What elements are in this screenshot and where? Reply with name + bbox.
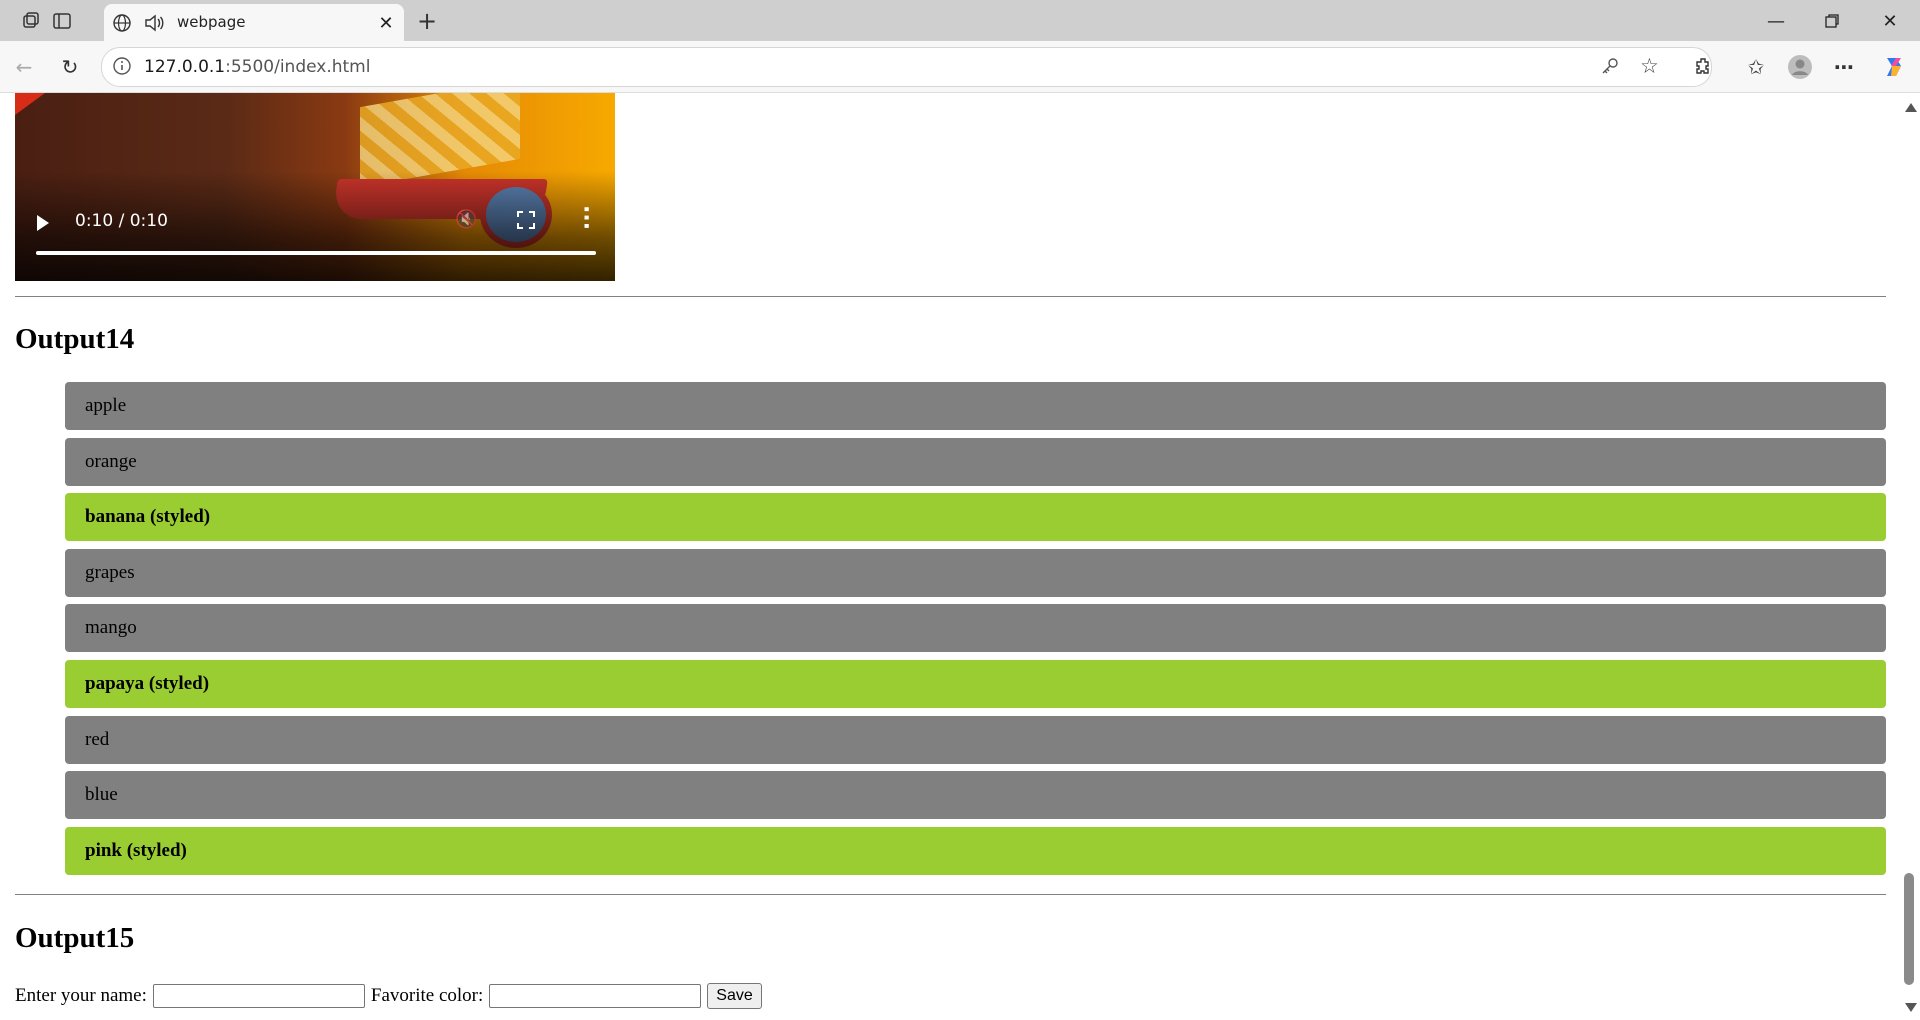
fullscreen-icon[interactable]	[517, 211, 535, 229]
list-item: mango	[65, 604, 1886, 653]
name-color-form: Enter your name: Favorite color: Save	[15, 981, 762, 1011]
video-player[interactable]: 0:10 / 0:10 🔇 ···	[15, 93, 615, 281]
profile-avatar-icon[interactable]	[1784, 51, 1816, 83]
new-tab-icon[interactable]: +	[414, 7, 440, 35]
video-progress-fill	[36, 251, 596, 255]
list-item: orange	[65, 437, 1886, 486]
workspaces-icon[interactable]	[18, 8, 44, 34]
name-label: Enter your name:	[15, 985, 147, 1006]
back-icon[interactable]: ←	[8, 51, 40, 83]
address-bar[interactable]: 127.0.0.1:5500/index.html ☆	[101, 47, 1712, 87]
list-item: red	[65, 715, 1886, 764]
vertical-tabs-icon[interactable]	[49, 8, 75, 34]
url-host: 127.0.0.1	[144, 57, 226, 77]
url-text[interactable]: 127.0.0.1:5500/index.html	[144, 57, 370, 77]
play-icon[interactable]	[37, 215, 49, 231]
list-item: blue	[65, 771, 1886, 820]
list-item: banana (styled)	[65, 493, 1886, 542]
more-options-icon[interactable]: ···	[573, 205, 598, 230]
close-window-icon[interactable]: ✕	[1870, 6, 1910, 36]
tab-title: webpage	[177, 13, 246, 31]
save-button[interactable]: Save	[707, 983, 762, 1009]
scroll-up-icon[interactable]	[1905, 103, 1917, 112]
output15-heading: Output15	[15, 922, 135, 954]
globe-icon	[110, 11, 134, 35]
divider	[15, 296, 1886, 297]
copilot-icon[interactable]	[1878, 51, 1910, 83]
favorites-icon[interactable]: ✩	[1740, 51, 1772, 83]
page-scrollbar[interactable]	[1900, 93, 1920, 1020]
restore-icon[interactable]	[1812, 6, 1852, 36]
list-item: apple	[65, 382, 1886, 430]
refresh-icon[interactable]: ↻	[54, 51, 86, 83]
scrollbar-thumb[interactable]	[1904, 873, 1914, 985]
mute-icon[interactable]: 🔇	[455, 209, 477, 230]
close-tab-icon[interactable]: ✕	[374, 11, 398, 35]
list-item: papaya (styled)	[65, 659, 1886, 708]
divider	[15, 894, 1886, 895]
extensions-icon[interactable]	[1688, 51, 1720, 83]
output14-heading: Output14	[15, 323, 135, 355]
fruit-list: apple orange banana (styled) grapes mango pap…	[65, 382, 1886, 882]
browser-titlebar: webpage ✕ + — ✕	[0, 0, 1920, 41]
list-item: grapes	[65, 548, 1886, 597]
scroll-down-icon[interactable]	[1905, 1003, 1917, 1012]
name-input[interactable]	[152, 984, 365, 1008]
browser-tab[interactable]: webpage ✕	[104, 4, 404, 41]
video-frame-art	[15, 93, 45, 115]
page-content: 0:10 / 0:10 🔇 ··· Output14 apple orange ba…	[0, 93, 1900, 1020]
audio-playing-icon[interactable]	[142, 11, 166, 35]
list-item: pink (styled)	[65, 826, 1886, 875]
settings-more-icon[interactable]: ⋯	[1828, 51, 1860, 83]
site-info-icon[interactable]	[112, 56, 132, 81]
url-path: :5500/index.html	[225, 57, 371, 77]
favorite-star-icon[interactable]: ☆	[1640, 54, 1659, 78]
minimize-icon[interactable]: —	[1756, 6, 1796, 36]
password-key-icon[interactable]	[1600, 56, 1620, 81]
video-time: 0:10 / 0:10	[75, 211, 168, 231]
browser-toolbar: ← ↻ 127.0.0.1:5500/index.html ☆ ✩ ⋯	[0, 41, 1920, 93]
color-label: Favorite color:	[370, 985, 484, 1006]
color-input[interactable]	[489, 984, 702, 1008]
video-progress-bar[interactable]	[36, 251, 596, 255]
